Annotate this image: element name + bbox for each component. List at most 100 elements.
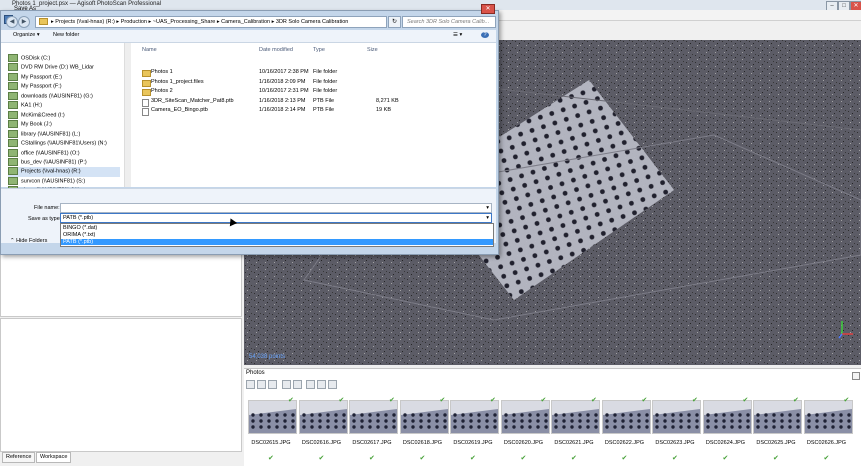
check-icon: ✔ xyxy=(520,455,527,462)
properties-panel xyxy=(0,318,242,452)
grid-view-icon[interactable] xyxy=(328,380,337,389)
photo-thumbnail[interactable] xyxy=(601,400,651,434)
photo-thumbnail[interactable] xyxy=(399,400,449,434)
check-icon: ✔ xyxy=(843,397,850,404)
photo-thumbnail[interactable] xyxy=(450,400,499,434)
file-size: 19 KB xyxy=(376,107,391,113)
view-icon[interactable] xyxy=(317,380,326,389)
dock-icon[interactable] xyxy=(852,372,860,380)
nav-item[interactable]: My Passport (E:) xyxy=(8,72,120,82)
photo-thumbnail[interactable] xyxy=(298,400,348,434)
file-name-label: File name: xyxy=(34,205,60,211)
column-name[interactable]: Name xyxy=(142,47,157,53)
forward-button[interactable]: ▶ xyxy=(18,16,30,28)
nav-item[interactable]: OSDisk (C:) xyxy=(8,54,120,63)
save-type-option[interactable]: BINGO (*.dat) xyxy=(61,225,493,232)
new-folder-button[interactable]: New folder xyxy=(53,32,79,38)
file-name-field[interactable]: ▾ xyxy=(60,203,492,213)
tab-workspace[interactable]: Workspace xyxy=(36,452,72,463)
nav-item-label: DVD RW Drive (D:) WB_Lidar xyxy=(21,64,94,71)
nav-item[interactable]: DVD RW Drive (D:) WB_Lidar xyxy=(8,63,120,72)
file-row[interactable]: Photos 1 10/16/2017 2:38 PM File folder xyxy=(142,68,402,78)
nav-item[interactable]: My Book (J:) xyxy=(8,120,120,129)
save-type-option[interactable]: ORIMA (*.txt) xyxy=(61,232,493,239)
photo-label: DSC02624.JPG xyxy=(705,440,746,446)
drive-icon xyxy=(8,91,18,100)
check-icon: ✔ xyxy=(621,455,628,462)
photo-thumbnail[interactable] xyxy=(500,400,550,434)
photo-image xyxy=(703,401,751,433)
photo-thumbnail[interactable] xyxy=(248,400,297,434)
drive-icon xyxy=(8,110,18,119)
rotate-left-icon[interactable] xyxy=(282,380,291,389)
photo-thumbnail[interactable] xyxy=(652,400,701,434)
navigation-scrollbar[interactable] xyxy=(124,43,131,187)
mask-icon[interactable] xyxy=(306,380,315,389)
back-button[interactable]: ◀ xyxy=(6,16,18,28)
file-type: File folder xyxy=(313,88,338,94)
help-icon[interactable]: ? xyxy=(481,32,489,38)
nav-item[interactable]: library (\\AUSINF81) (L:) xyxy=(8,129,120,139)
photo-label: DSC02625.JPG xyxy=(756,440,796,446)
save-type-value: PATB (*.ptb) xyxy=(63,215,94,221)
check-icon: ✔ xyxy=(823,455,830,462)
photo-thumbnail[interactable] xyxy=(803,400,853,434)
file-row[interactable]: 3DR_SiteScan_Matcher_Pat8.ptb 1/16/2018 2… xyxy=(142,97,402,107)
view-options-icon[interactable]: ☰ ▾ xyxy=(453,32,462,38)
drive-icon xyxy=(8,176,18,185)
rotate-right-icon[interactable] xyxy=(293,380,302,389)
photo-thumbnail[interactable] xyxy=(551,400,600,434)
nav-item[interactable]: McKim&Creed (I:) xyxy=(8,110,120,120)
search-input[interactable]: Search 3DR Solo Camera Calib... xyxy=(402,16,496,28)
organize-button[interactable]: Organize ▾ xyxy=(13,32,40,38)
file-row[interactable]: Photos 1_project.files 1/16/2018 2:09 PM F… xyxy=(142,78,402,88)
nav-item[interactable]: Projects (\\val-hnas) (R:) xyxy=(8,167,120,177)
photo-thumbnail[interactable] xyxy=(753,400,802,434)
nav-item-label: Projects (\\val-hnas) (R:) xyxy=(21,168,81,175)
check-icon: ✔ xyxy=(591,397,597,404)
enable-icon[interactable] xyxy=(246,380,255,389)
disable-icon[interactable] xyxy=(257,380,266,389)
nav-item-label: My Passport (E:) xyxy=(21,74,62,81)
file-type: PTB File xyxy=(313,97,335,104)
check-icon: ✔ xyxy=(793,397,799,404)
drive-icon xyxy=(8,157,18,166)
photo-thumbnail[interactable] xyxy=(702,400,752,434)
photo-image xyxy=(602,401,650,433)
nav-item[interactable]: downloads (\\AUSINF81) (G:) xyxy=(8,91,120,101)
remove-icon[interactable] xyxy=(268,380,277,389)
photo-image xyxy=(350,401,397,433)
nav-item[interactable]: office (\\AUSINF81) (O:) xyxy=(8,148,120,158)
nav-item[interactable]: survcon (\\AUSINF81) (S:) xyxy=(8,176,120,186)
refresh-button[interactable]: ↻ xyxy=(388,16,401,28)
file-row[interactable]: Camera_EO_Bingo.ptb 1/16/2018 2:14 PM PTB … xyxy=(142,106,402,116)
check-icon: ✔ xyxy=(419,455,426,462)
photo-thumbnail[interactable] xyxy=(349,400,398,434)
file-row[interactable]: Photos 2 10/16/2017 2:31 PM File folder xyxy=(142,87,402,97)
close-dialog-button[interactable]: ✕ xyxy=(481,4,495,14)
drive-icon xyxy=(8,72,18,81)
address-bar[interactable]: ▸ Projects (\\val-hnas) (R:) ▸ Productio… xyxy=(35,16,387,28)
file-date: 1/16/2018 2:14 PM xyxy=(259,107,306,113)
tab-reference[interactable]: Reference xyxy=(2,452,36,463)
dialog-title: Save As xyxy=(14,6,37,12)
drive-icon xyxy=(8,63,18,72)
drive-icon xyxy=(8,120,18,129)
column-size[interactable]: Size xyxy=(367,47,378,53)
check-icon: ✔ xyxy=(439,397,446,404)
nav-item-label: CStallings (\\AUSINF81\Users) (N:) xyxy=(21,140,107,147)
column-type[interactable]: Type xyxy=(313,47,325,53)
hide-folders-toggle[interactable]: ⌃ Hide Folders xyxy=(10,238,47,244)
chevron-down-icon[interactable]: ▾ xyxy=(486,214,489,222)
chevron-down-icon[interactable]: ▾ xyxy=(486,204,489,212)
nav-item[interactable]: CStallings (\\AUSINF81\Users) (N:) xyxy=(8,139,120,148)
nav-item-label: My Book (J:) xyxy=(21,121,52,128)
save-type-option[interactable]: PATB (*.ptb) xyxy=(61,238,493,246)
check-icon: ✔ xyxy=(672,455,678,462)
nav-item[interactable]: My Passport (F:) xyxy=(8,82,120,91)
nav-item[interactable]: KA1 (H:) xyxy=(8,101,120,110)
nav-item[interactable]: bus_dev (\\AUSINF81) (P:) xyxy=(8,157,120,167)
photo-label: DSC02621.JPG xyxy=(554,440,594,446)
save-type-select[interactable]: PATB (*.ptb) ▾ xyxy=(60,213,492,223)
column-date[interactable]: Date modified xyxy=(259,47,293,53)
